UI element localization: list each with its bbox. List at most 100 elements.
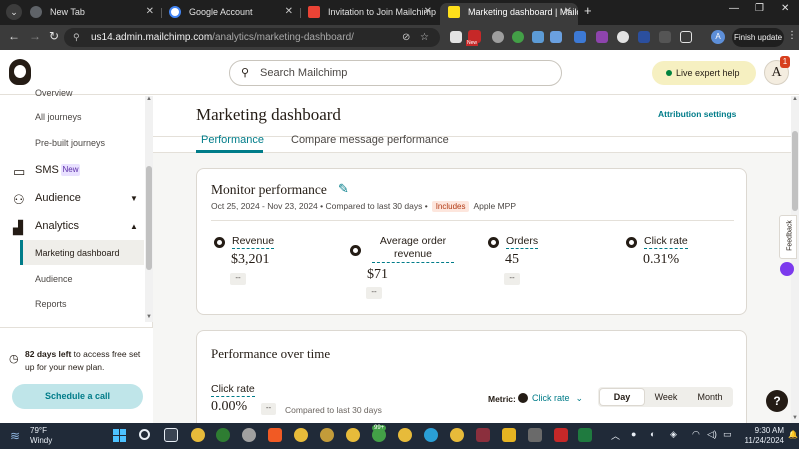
close-icon[interactable]: ✕	[564, 3, 572, 21]
sidebar-item-reports[interactable]: Reports	[35, 299, 67, 309]
search-input[interactable]: ⚲ Search Mailchimp	[229, 60, 562, 86]
help-button[interactable]: ?	[766, 390, 788, 412]
metric-label[interactable]: Orders	[506, 235, 539, 249]
notifications-bell-icon[interactable]: 🔔	[788, 430, 798, 439]
taskbar-app-icon[interactable]	[216, 428, 230, 442]
taskbar-app-icon[interactable]	[242, 428, 256, 442]
taskbar-app-icon[interactable]	[476, 428, 490, 442]
brave-icon[interactable]	[268, 428, 282, 442]
weather-widget[interactable]: 79°F Windy	[30, 426, 52, 446]
scrollbar-thumb[interactable]	[146, 166, 152, 270]
browser-tab-marketing-dashboard[interactable]: Marketing dashboard | Mailchim ✕	[440, 3, 578, 25]
ai-assistant-icon[interactable]	[780, 262, 794, 276]
window-close-icon[interactable]: ✕	[781, 3, 789, 14]
edge-icon[interactable]	[424, 428, 438, 442]
live-expert-help-button[interactable]: Live expert help	[652, 61, 756, 85]
chrome-profile-icon[interactable]	[450, 428, 464, 442]
sidebar-item-overview[interactable]: Overview	[35, 88, 73, 98]
taskbar-search-icon[interactable]	[139, 429, 150, 440]
browser-menu-icon[interactable]: ⋮	[787, 30, 797, 41]
profile-avatar[interactable]: A	[711, 30, 725, 44]
tab-search-icon[interactable]: ⌄	[6, 4, 22, 20]
eye-off-icon[interactable]: ⊘	[402, 28, 410, 47]
schedule-call-button[interactable]: Schedule a call	[12, 384, 143, 409]
tab-compare-message-performance[interactable]: Compare message performance	[291, 134, 449, 146]
tray-overflow-icon[interactable]: ︿	[611, 429, 620, 442]
bookmark-star-icon[interactable]: ☆	[420, 28, 429, 47]
period-month-button[interactable]: Month	[688, 389, 732, 405]
period-week-button[interactable]: Week	[644, 389, 688, 405]
extension-icon[interactable]	[659, 31, 671, 43]
wifi-icon[interactable]: ◠	[692, 429, 700, 440]
metric-select[interactable]: Click rate ⌄	[518, 391, 583, 405]
sidebar-item-analytics[interactable]: Analytics	[35, 220, 79, 232]
browser-tab-google-account[interactable]: Google Account ✕	[161, 3, 299, 25]
scroll-up-icon[interactable]: ▲	[146, 96, 152, 102]
extension-icon[interactable]	[532, 31, 544, 43]
sidebar-item-pre-built-journeys[interactable]: Pre-built journeys	[35, 138, 105, 148]
chrome-profile-icon[interactable]	[346, 428, 360, 442]
browser-tab-new-tab[interactable]: New Tab ✕	[22, 3, 160, 25]
metric-label[interactable]: Click rate	[211, 383, 255, 397]
site-info-icon[interactable]: ⚲	[73, 28, 80, 47]
excel-icon[interactable]	[578, 428, 592, 442]
metric-label[interactable]: Click rate	[644, 235, 688, 249]
sidebar-item-marketing-dashboard[interactable]: Marketing dashboard	[35, 248, 120, 258]
main-scrollbar[interactable]: ▲ ▼	[791, 96, 799, 423]
chevron-down-icon[interactable]: ▼	[130, 194, 138, 203]
attribution-settings-link[interactable]: Attribution settings	[658, 109, 736, 119]
download-icon[interactable]	[574, 31, 586, 43]
metric-label[interactable]: Revenue	[232, 235, 275, 249]
chevron-up-icon[interactable]: ▲	[130, 222, 138, 231]
browser-tab-invitation[interactable]: Invitation to Join Mailchimp Ac ✕	[300, 3, 438, 25]
close-icon[interactable]: ✕	[285, 3, 293, 21]
period-day-button[interactable]: Day	[600, 389, 644, 405]
pencil-icon[interactable]: ✎	[338, 181, 349, 197]
sidebar-item-audience-analytics[interactable]: Audience	[35, 274, 73, 284]
close-icon[interactable]: ✕	[424, 3, 432, 21]
finish-update-button[interactable]: Finish update	[732, 28, 784, 47]
metric-label[interactable]: Average order revenue	[372, 235, 454, 263]
scroll-down-icon[interactable]: ▼	[146, 314, 152, 320]
extension-icon[interactable]	[492, 31, 504, 43]
chrome-profile-icon[interactable]	[398, 428, 412, 442]
extension-icon[interactable]	[512, 31, 524, 43]
scrollbar-thumb[interactable]	[792, 131, 798, 211]
reload-icon[interactable]: ↻	[49, 29, 59, 43]
windows-start-icon[interactable]	[113, 429, 126, 442]
address-bar[interactable]: ⚲ us14.admin.mailchimp.com/analytics/mar…	[64, 28, 440, 47]
close-icon[interactable]: ✕	[146, 3, 154, 21]
taskbar-app-icon[interactable]	[528, 428, 542, 442]
tray-app-icon[interactable]: ◐	[650, 429, 655, 439]
sidebar-item-sms[interactable]: SMS	[35, 164, 59, 176]
tab-performance[interactable]: Performance	[201, 134, 264, 146]
extension-icon[interactable]	[550, 31, 562, 43]
taskbar-app-icon[interactable]	[554, 428, 568, 442]
extension-icon[interactable]	[617, 31, 629, 43]
feedback-tab[interactable]: Feedback	[779, 215, 797, 259]
mailchimp-logo-icon[interactable]	[9, 59, 31, 85]
file-explorer-icon[interactable]	[502, 428, 516, 442]
sidebar-scrollbar[interactable]: ▲ ▼	[145, 96, 153, 322]
minimize-icon[interactable]: —	[729, 3, 739, 14]
extension-icon[interactable]	[450, 31, 462, 43]
back-icon[interactable]: ←	[8, 29, 20, 43]
new-tab-icon[interactable]: +	[584, 3, 592, 18]
sidebar-item-all-journeys[interactable]: All journeys	[35, 112, 82, 122]
volume-icon[interactable]: ◁)	[707, 429, 717, 440]
forward-icon[interactable]: →	[29, 29, 41, 43]
system-clock[interactable]: 9:30 AM 11/24/2024	[738, 426, 784, 446]
restore-icon[interactable]: ❐	[755, 3, 764, 14]
extensions-puzzle-icon[interactable]	[680, 31, 692, 43]
chrome-profile-icon[interactable]	[294, 428, 308, 442]
extension-icon[interactable]	[596, 31, 608, 43]
scroll-up-icon[interactable]: ▲	[792, 96, 798, 102]
extension-icon[interactable]	[638, 31, 650, 43]
task-view-icon[interactable]	[164, 428, 178, 442]
tray-app-icon[interactable]: ●	[631, 429, 636, 439]
battery-icon[interactable]: ▭	[723, 429, 732, 440]
scroll-down-icon[interactable]: ▼	[792, 415, 798, 421]
chrome-profile-icon[interactable]	[320, 428, 334, 442]
tray-app-icon[interactable]: ◈	[670, 429, 677, 440]
chrome-taskbar-icon[interactable]	[191, 428, 205, 442]
